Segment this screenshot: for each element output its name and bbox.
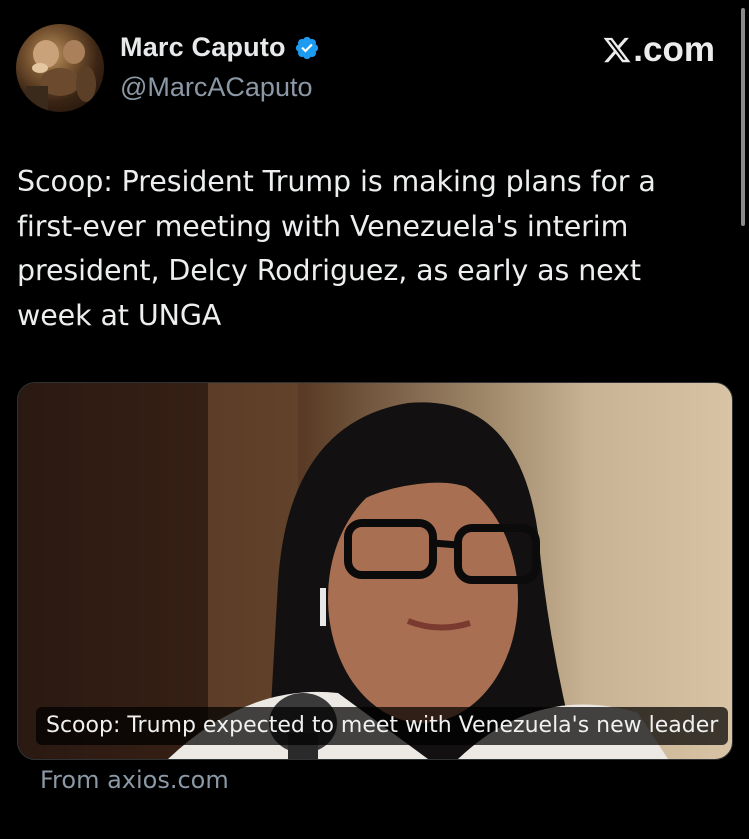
scrollbar[interactable] bbox=[741, 8, 745, 226]
link-card[interactable]: Scoop: Trump expected to meet with Venez… bbox=[17, 382, 733, 760]
card-caption: Scoop: Trump expected to meet with Venez… bbox=[36, 707, 729, 745]
x-logo-icon bbox=[603, 37, 631, 63]
card-source[interactable]: From axios.com bbox=[40, 766, 229, 794]
avatar-painting bbox=[26, 40, 96, 112]
article-photo bbox=[18, 383, 668, 759]
x-brand-link[interactable]: .com bbox=[602, 30, 715, 70]
user-handle[interactable]: @MarcACaputo bbox=[120, 72, 312, 103]
avatar[interactable] bbox=[16, 24, 104, 112]
brand-label: .com bbox=[633, 30, 715, 69]
verified-badge-icon bbox=[294, 35, 320, 61]
tweet-text: Scoop: President Trump is making plans f… bbox=[17, 165, 656, 332]
tweet-header: Marc Caputo @MarcACaputo .com bbox=[16, 22, 719, 112]
display-name[interactable]: Marc Caputo bbox=[120, 32, 286, 63]
